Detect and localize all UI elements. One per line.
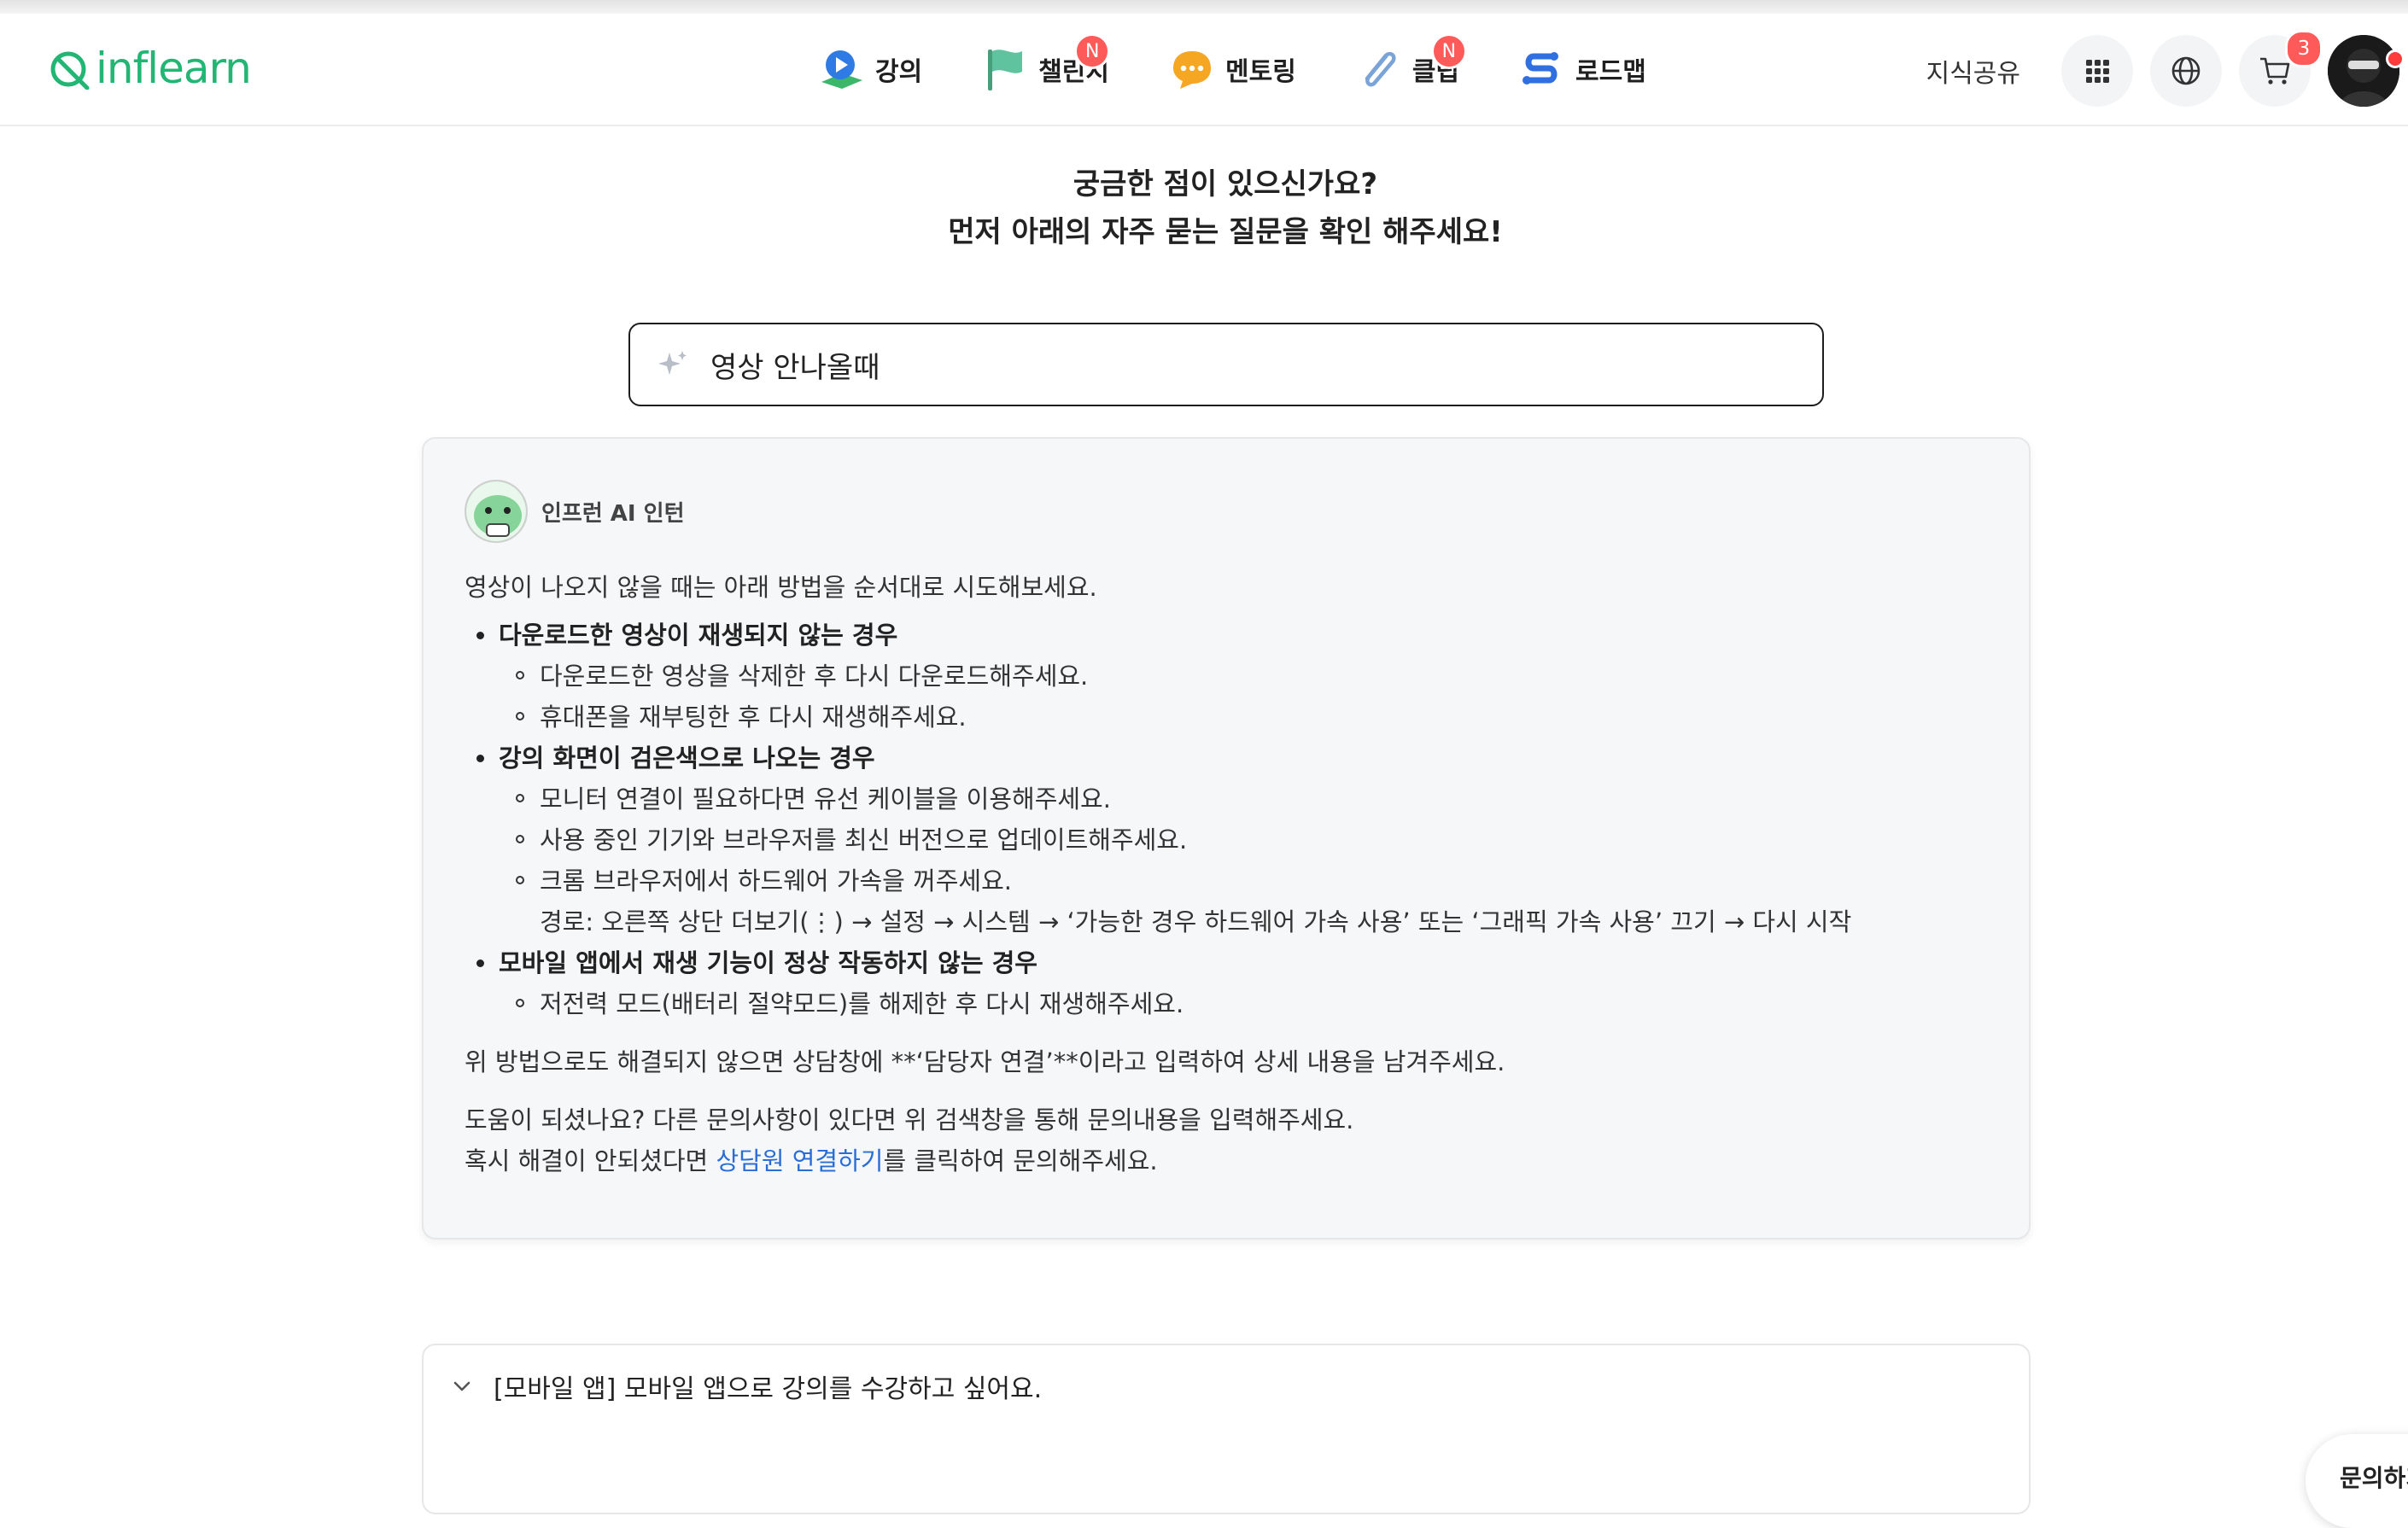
knowledge-share-link[interactable]: 지식공유 <box>1926 52 2020 90</box>
language-button[interactable] <box>2150 35 2222 107</box>
browser-top-strip <box>0 0 2408 14</box>
ai-bot-header: 인프런 AI 인턴 <box>465 480 685 543</box>
avatar-image <box>2328 35 2399 107</box>
inflearn-logo[interactable]: inflearn <box>50 43 252 94</box>
section-title: 다운로드한 영상이 재생되지 않는 경우 <box>499 621 898 650</box>
section-item: 휴대폰을 재부팅한 후 다시 재생해주세요. <box>499 697 1984 738</box>
inquiry-floating-button[interactable]: 문의하기 <box>2306 1434 2408 1528</box>
ai-bot-name: 인프런 AI 인턴 <box>541 500 685 527</box>
mentoring-chat-icon <box>1166 44 1217 95</box>
clip-paperclip-icon <box>1353 44 1404 95</box>
section-item: 사용 중인 기기와 브라우저를 최신 버전으로 업데이트해주세요. <box>499 819 1984 860</box>
ai-bot-avatar <box>465 480 528 543</box>
answer-sections: 다운로드한 영상이 재생되지 않는 경우 다운로드한 영상을 삭제한 후 다시 … <box>465 615 1984 1024</box>
settings-path: 경로: 오른쪽 상단 더보기(⋮) → 설정 → 시스템 → ‘가능한 경우 하… <box>540 907 1852 936</box>
nav-item-roadmap[interactable]: 로드맵 <box>1516 44 1646 95</box>
grid-icon <box>2086 60 2109 83</box>
main-nav: 강의 챌린지 N 멘토링 클립 N 로드맵 <box>815 33 1703 97</box>
section-item: 다운로드한 영상을 삭제한 후 다시 다운로드해주세요. <box>499 656 1984 697</box>
nav-item-mentoring[interactable]: 멘토링 <box>1166 44 1296 95</box>
section-items: 다운로드한 영상을 삭제한 후 다시 다운로드해주세요. 휴대폰을 재부팅한 후… <box>499 656 1984 738</box>
cart-count-badge: 3 <box>2285 30 2323 67</box>
contact-suffix: 를 클릭하여 문의해주세요. <box>883 1146 1158 1175</box>
section-items: 저전력 모드(배터리 절약모드)를 해제한 후 다시 재생해주세요. <box>499 983 1984 1024</box>
faq-list: [모바일 앱] 모바일 앱으로 강의를 수강하고 싶어요. <box>422 1344 2031 1514</box>
fallback-text: 위 방법으로도 해결되지 않으면 상담창에 **‘담당자 연결’**이라고 입력… <box>465 1047 1505 1076</box>
challenge-flag-icon <box>979 44 1030 95</box>
faq-search-box[interactable]: 영상 안나올때 <box>628 323 1824 406</box>
nav-item-clip[interactable]: 클립 N <box>1353 33 1467 95</box>
apps-grid-button[interactable] <box>2061 35 2133 107</box>
nav-item-lecture[interactable]: 강의 <box>815 44 922 95</box>
answer-section: 다운로드한 영상이 재생되지 않는 경우 다운로드한 영상을 삭제한 후 다시 … <box>465 615 1984 738</box>
intro-line-2: 먼저 아래의 자주 묻는 질문을 확인 해주세요! <box>948 215 1503 249</box>
contact-agent-link[interactable]: 상담원 연결하기 <box>716 1146 883 1175</box>
section-items: 모니터 연결이 필요하다면 유선 케이블을 이용해주세요. 사용 중인 기기와 … <box>499 779 1984 901</box>
section-title: 강의 화면이 검은색으로 나오는 경우 <box>499 744 875 773</box>
logo-text: inflearn <box>96 44 252 93</box>
answer-intro: 영상이 나오지 않을 때는 아래 방법을 순서대로 시도해보세요. <box>465 573 1097 602</box>
section-item: 크롬 브라우저에서 하드웨어 가속을 꺼주세요. <box>499 860 1984 901</box>
faq-question: [모바일 앱] 모바일 앱으로 강의를 수강하고 싶어요. <box>494 1374 1043 1404</box>
new-badge: N <box>1430 33 1467 69</box>
lecture-play-icon <box>815 44 867 95</box>
section-item: 모니터 연결이 필요하다면 유선 케이블을 이용해주세요. <box>499 779 1984 819</box>
chevron-down-icon <box>453 1381 470 1391</box>
sparkle-icon <box>658 351 687 375</box>
faq-item[interactable]: [모바일 앱] 모바일 앱으로 강의를 수강하고 싶어요. <box>449 1368 1042 1405</box>
globe-icon <box>2171 56 2201 85</box>
logo-mark-icon <box>50 51 90 90</box>
nav-item-challenge[interactable]: 챌린지 N <box>979 33 1111 95</box>
faq-intro: 궁금한 점이 있으신가요? 먼저 아래의 자주 묻는 질문을 확인 해주세요! <box>0 160 2408 256</box>
contact-prefix: 혹시 해결이 안되셨다면 <box>465 1146 716 1175</box>
ai-answer-body: 영상이 나오지 않을 때는 아래 방법을 순서대로 시도해보세요. 다운로드한 … <box>465 567 1984 1181</box>
answer-section: 강의 화면이 검은색으로 나오는 경우 모니터 연결이 필요하다면 유선 케이블… <box>465 738 1984 942</box>
search-input-value[interactable]: 영상 안나올때 <box>710 344 880 386</box>
cart-button[interactable]: 3 <box>2239 30 2323 107</box>
roadmap-icon <box>1516 44 1567 95</box>
notification-dot <box>2386 50 2405 68</box>
cart-icon <box>2260 57 2290 85</box>
answer-section: 모바일 앱에서 재생 기능이 정상 작동하지 않는 경우 저전력 모드(배터리 … <box>465 942 1984 1024</box>
header-actions: 지식공유 3 <box>1926 30 2408 109</box>
help-text: 도움이 되셨나요? 다른 문의사항이 있다면 위 검색창을 통해 문의내용을 입… <box>465 1105 1354 1134</box>
user-avatar[interactable] <box>2328 35 2399 107</box>
new-badge: N <box>1074 33 1111 69</box>
nav-label-roadmap: 로드맵 <box>1575 57 1646 87</box>
contact-line: 혹시 해결이 안되셨다면 상담원 연결하기를 클릭하여 문의해주세요. <box>465 1140 1984 1181</box>
ai-answer-card: 인프런 AI 인턴 영상이 나오지 않을 때는 아래 방법을 순서대로 시도해보… <box>422 437 2031 1239</box>
intro-line-1: 궁금한 점이 있으신가요? <box>1072 167 1378 201</box>
nav-label-mentoring: 멘토링 <box>1225 57 1296 87</box>
global-header: inflearn 강의 챌린지 N 멘토링 클립 N 로드맵 지식공유 3 <box>0 14 2408 126</box>
section-title: 모바일 앱에서 재생 기능이 정상 작동하지 않는 경우 <box>499 948 1037 977</box>
nav-label-lecture: 강의 <box>875 57 923 87</box>
section-item: 저전력 모드(배터리 절약모드)를 해제한 후 다시 재생해주세요. <box>499 983 1984 1024</box>
